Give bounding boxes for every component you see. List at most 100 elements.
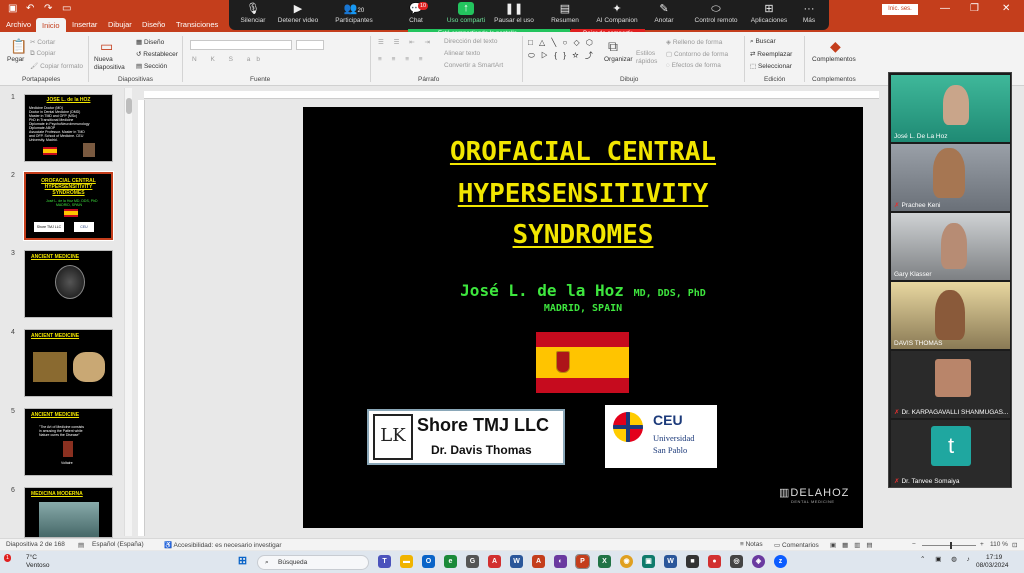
tab-inicio[interactable]: Inicio — [36, 18, 66, 32]
layout-button[interactable]: ▦ Diseño — [136, 38, 164, 46]
app-violet-icon[interactable]: ◈ — [752, 555, 765, 568]
participant-tile[interactable]: ✗ Dr. KARPAGAVALLI SHANMUGAS... — [891, 351, 1010, 418]
reset-button[interactable]: ↺ Restablecer — [136, 50, 178, 58]
undo-icon[interactable]: ↶ — [26, 3, 34, 14]
video-button[interactable]: ▶ Detener video — [273, 2, 323, 24]
chrome-icon[interactable]: ◉ — [620, 555, 633, 568]
slide-thumbnail-2[interactable]: OROFACIAL CENTRAL HYPERSENSITIVITY SYNDR… — [23, 171, 114, 241]
paste-icon[interactable]: 📋 — [10, 38, 27, 55]
file-explorer-icon[interactable]: ▬ — [400, 555, 413, 568]
zoom-icon[interactable]: z — [774, 555, 787, 568]
new-slide-icon[interactable]: ▭ — [100, 38, 113, 55]
font-size-box[interactable] — [296, 40, 324, 50]
clock-time[interactable]: 17:19 — [986, 554, 1002, 561]
pause-share-button[interactable]: ❚❚ Pausar el uso — [493, 2, 535, 24]
copy-button[interactable]: ⧉ Copiar — [30, 50, 56, 58]
arrange-button[interactable]: Organizar — [604, 56, 633, 63]
excel-icon[interactable]: X — [598, 555, 611, 568]
taskbar-search[interactable]: ⌕ Búsqueda — [257, 555, 369, 570]
addins-button[interactable]: Complementos — [812, 56, 856, 63]
accessibility-status[interactable]: ♿ Accesibilidad: es necesario investigar — [164, 541, 282, 549]
app-red-icon[interactable]: ● — [708, 555, 721, 568]
close-icon[interactable]: ✕ — [1002, 3, 1010, 14]
align-text-button[interactable]: Alinear texto — [444, 50, 480, 57]
font-name-box[interactable] — [190, 40, 292, 50]
format-painter-button[interactable]: 🖌 Copiar formato — [30, 62, 83, 70]
remote-control-button[interactable]: ⬭ Control remoto — [691, 2, 741, 24]
thumbnail-scrollbar[interactable] — [124, 88, 132, 536]
align-buttons[interactable]: ≡ ≡ ≡ ≡ — [378, 56, 427, 63]
fit-slide-icon[interactable]: ⊡ — [1012, 541, 1017, 549]
more-button[interactable]: ··· Más — [797, 2, 821, 24]
tab-transiciones[interactable]: Transiciones — [176, 20, 218, 29]
participants-button[interactable]: 👥20 Participantes — [329, 2, 379, 24]
annotate-button[interactable]: ✎ Anotar — [649, 2, 679, 24]
addins-icon[interactable]: ◆ — [830, 38, 841, 55]
notes-button[interactable]: ≡ Notas — [740, 541, 763, 548]
shapes-gallery[interactable]: □ △ ╲ ○ ◇ ⬡ — [528, 38, 595, 47]
font-format-buttons[interactable]: N K S ab — [192, 56, 266, 63]
word-2-icon[interactable]: W — [664, 555, 677, 568]
ai-companion-button[interactable]: ✦ AI Companion — [593, 2, 641, 24]
app-gray-icon[interactable]: ◎ — [730, 555, 743, 568]
tab-dibujar[interactable]: Dibujar — [108, 20, 132, 29]
minimize-icon[interactable]: — — [940, 3, 950, 14]
slide-thumbnail-1[interactable]: JOSE L. de la HOZ Medicine Doctor (MD) D… — [24, 94, 113, 162]
participant-tile[interactable]: José L. De La Hoz — [891, 75, 1010, 142]
participant-tile[interactable]: t ✗ Dr. Tanvee Somaiya — [891, 420, 1010, 487]
powerpoint-icon[interactable]: P — [575, 554, 590, 569]
slideshow-icon[interactable]: ▭ — [62, 3, 71, 14]
clock-date[interactable]: 08/03/2024 — [976, 562, 1009, 569]
app-g5-icon[interactable]: G — [466, 555, 479, 568]
zoom-level[interactable]: 110 % — [990, 541, 1008, 548]
text-direction-button[interactable]: Dirección del texto — [444, 38, 497, 45]
arrange-icon[interactable]: ⧉ — [608, 38, 618, 55]
chat-button[interactable]: 💬 Chat 10 — [401, 2, 431, 24]
participant-tile[interactable]: Gary Klasser — [891, 213, 1010, 280]
find-button[interactable]: ⌕ Buscar — [750, 38, 776, 46]
shape-effects-button[interactable]: ◌ Efectos de forma — [666, 62, 721, 69]
participant-tile[interactable]: ✗ Prachee Keni — [891, 144, 1010, 211]
comments-button[interactable]: ▭ Comentarios — [774, 541, 819, 549]
paste-button[interactable]: Pegar — [7, 56, 24, 63]
tab-archivo[interactable]: Archivo — [6, 20, 31, 29]
quick-styles-button[interactable]: Estilos rápidos — [636, 50, 660, 66]
autosave-icon[interactable]: ▣ — [8, 3, 17, 14]
windows-start-icon[interactable]: ⊞ — [236, 555, 249, 568]
select-button[interactable]: ⬚ Seleccionar — [750, 62, 792, 70]
word-icon[interactable]: W — [510, 555, 523, 568]
weather-temp[interactable]: 7°C — [26, 554, 37, 561]
zoom-out-icon[interactable]: − — [912, 541, 916, 548]
zoom-slider[interactable] — [922, 542, 976, 549]
spellcheck-icon[interactable]: ▤ — [78, 541, 84, 549]
app-green-icon[interactable]: ▣ — [642, 555, 655, 568]
teams-icon[interactable]: T — [378, 555, 391, 568]
shape-fill-button[interactable]: ◈ Relleno de forma — [666, 38, 722, 46]
weather-condition[interactable]: Ventoso — [26, 562, 50, 569]
list-buttons[interactable]: ☰ ☰ ⇤ ⇥ — [378, 38, 434, 46]
outlook-icon[interactable]: O — [422, 555, 435, 568]
redo-icon[interactable]: ↷ — [44, 3, 52, 14]
slide-thumbnail-3[interactable]: ANCIENT MEDICINE — [24, 250, 113, 318]
section-button[interactable]: ▤ Sección — [136, 62, 167, 70]
acrobat-red-icon[interactable]: A — [532, 555, 545, 568]
summary-button[interactable]: ▤ Resumen — [545, 2, 585, 24]
cut-button[interactable]: ✂ Cortar — [30, 38, 55, 46]
shape-outline-button[interactable]: ▢ Contorno de forma — [666, 50, 728, 58]
view-buttons[interactable]: ▣▦▥▤ — [830, 541, 879, 549]
share-button[interactable]: ↑ Uso comparti — [443, 2, 489, 24]
tab-insertar[interactable]: Insertar — [72, 20, 97, 29]
acrobat-icon[interactable]: A — [488, 555, 501, 568]
replace-button[interactable]: ⇄ Reemplazar — [750, 50, 792, 58]
restore-icon[interactable]: ❐ — [970, 3, 979, 14]
language-status[interactable]: Español (España) — [92, 541, 144, 548]
edge-icon[interactable]: e — [444, 555, 457, 568]
app-dark-icon[interactable]: ■ — [686, 555, 699, 568]
smartart-button[interactable]: Convertir a SmartArt — [444, 62, 503, 69]
slide-thumbnail-5[interactable]: ANCIENT MEDICINE "The Art of Medicine co… — [24, 408, 113, 476]
app-purple-icon[interactable]: ◐ — [554, 555, 567, 568]
tab-diseno[interactable]: Diseño — [142, 20, 165, 29]
participant-tile[interactable]: DAVIS THOMAS — [891, 282, 1010, 349]
mute-button[interactable]: 🎙 Silenciar — [235, 2, 271, 24]
slide-canvas[interactable]: OROFACIAL CENTRAL HYPERSENSITIVITY SYNDR… — [303, 107, 863, 528]
